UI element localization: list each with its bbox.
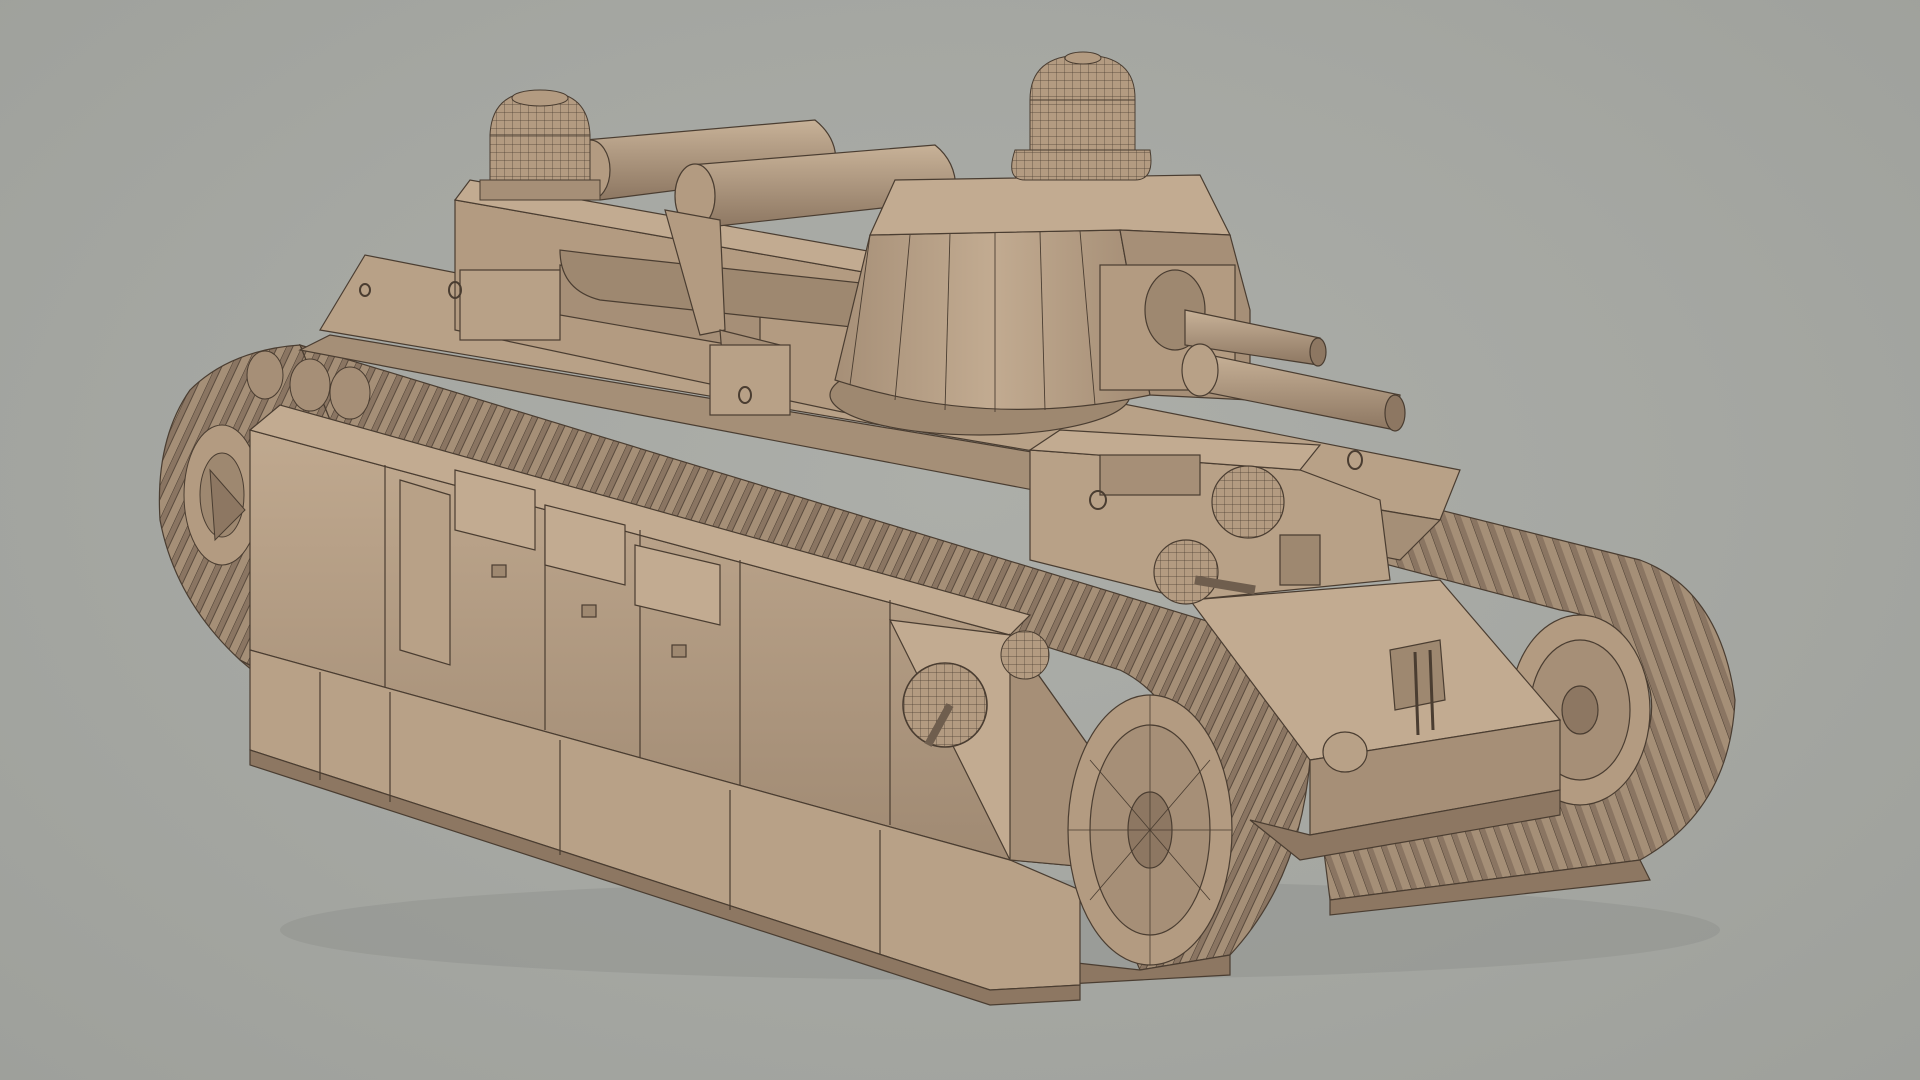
front-cupola-ball bbox=[1211, 465, 1285, 539]
turret-cupola bbox=[1011, 51, 1152, 181]
rear-cupola bbox=[479, 89, 601, 201]
render-viewport[interactable] bbox=[0, 0, 1920, 1080]
left-front-drive-wheel bbox=[1067, 694, 1233, 966]
tank-model bbox=[158, 51, 1736, 1006]
turret-gun-main bbox=[1194, 351, 1401, 431]
turret bbox=[829, 174, 1406, 436]
hull-mg-ball bbox=[1153, 539, 1219, 605]
